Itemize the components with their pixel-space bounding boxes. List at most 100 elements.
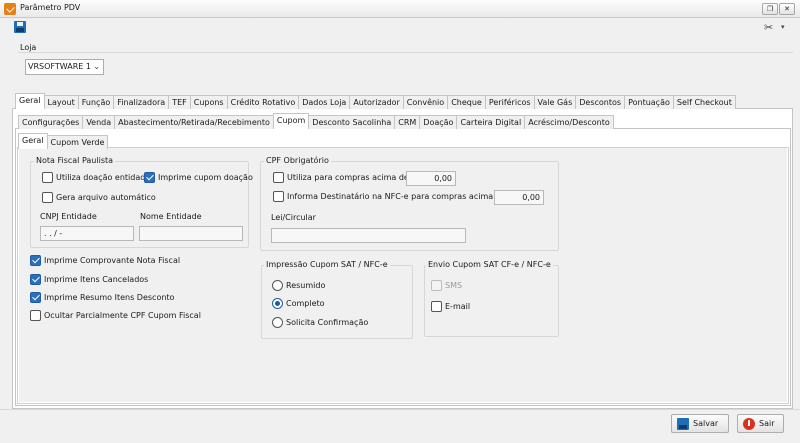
lei-circular-field[interactable]	[271, 228, 466, 243]
imprime-cupom-doacao-label: Imprime cupom doação	[158, 173, 253, 182]
utiliza-compras-value[interactable]: 0,00	[406, 171, 456, 186]
power-icon	[743, 417, 755, 430]
email-checkbox[interactable]	[431, 301, 442, 312]
imprime-resumo-option[interactable]: Imprime Resumo Itens Desconto	[30, 292, 174, 303]
tab-dados-loja[interactable]: Dados Loja	[298, 95, 351, 109]
save-button[interactable]: Salvar	[671, 414, 729, 433]
close-button[interactable]: ✕	[779, 3, 795, 15]
completo-radio[interactable]	[272, 298, 283, 309]
utiliza-compras-checkbox[interactable]	[273, 172, 284, 183]
tab-layout[interactable]: Layout	[43, 95, 79, 109]
tab-convenio[interactable]: Convênio	[402, 95, 449, 109]
loja-label: Loja	[20, 43, 37, 52]
informa-destinatario-checkbox[interactable]	[273, 191, 284, 202]
chevron-down-icon: ⌄	[93, 62, 100, 71]
imprime-resumo-label: Imprime Resumo Itens Desconto	[44, 293, 175, 302]
resumido-option[interactable]: Resumido	[272, 280, 325, 291]
ocultar-cpf-option[interactable]: Ocultar Parcialmente CPF Cupom Fiscal	[30, 310, 201, 321]
tab-acrescimo-desconto[interactable]: Acréscimo/Desconto	[524, 115, 614, 129]
envio-title: Envio Cupom SAT CF-e / NFC-e	[426, 260, 553, 269]
tab-geral[interactable]: Geral	[15, 93, 45, 109]
completo-label: Completo	[286, 299, 325, 308]
tools-icon[interactable]: ✂	[764, 21, 773, 34]
resumido-label: Resumido	[286, 281, 326, 290]
cpf-obrigatorio-title: CPF Obrigatório	[264, 156, 331, 165]
tab-self-checkout[interactable]: Self Checkout	[672, 95, 736, 109]
tab-vale-gas[interactable]: Vale Gás	[533, 95, 577, 109]
imprime-itens-cancelados-option[interactable]: Imprime Itens Cancelados	[30, 274, 148, 285]
tab-cheque[interactable]: Cheque	[447, 95, 486, 109]
tab-desconto-sacolinha[interactable]: Desconto Sacolinha	[308, 115, 396, 129]
gera-arquivo-checkbox[interactable]	[42, 192, 53, 203]
tab-tef[interactable]: TEF	[168, 95, 191, 109]
tab-venda[interactable]: Venda	[82, 115, 116, 129]
exit-button[interactable]: Sair	[737, 414, 784, 433]
gera-arquivo-option[interactable]: Gera arquivo automático	[42, 192, 156, 203]
imprime-resumo-checkbox[interactable]	[30, 292, 41, 303]
tab-cupom-verde[interactable]: Cupom Verde	[46, 135, 109, 149]
title-bar	[0, 0, 800, 18]
utiliza-doacao-label: Utiliza doação entidade	[56, 173, 151, 182]
email-label: E-mail	[445, 302, 471, 311]
exit-button-label: Sair	[759, 419, 775, 428]
app-icon	[4, 3, 16, 15]
tab-doacao[interactable]: Doação	[419, 115, 458, 129]
tab-abastecimento[interactable]: Abastecimento/Retirada/Recebimento	[114, 115, 274, 129]
sms-label: SMS	[445, 281, 463, 290]
imprime-comprovante-checkbox[interactable]	[30, 255, 41, 266]
imprime-comprovante-label: Imprime Comprovante Nota Fiscal	[44, 256, 181, 265]
utiliza-doacao-option[interactable]: Utiliza doação entidade	[42, 172, 150, 183]
gera-arquivo-label: Gera arquivo automático	[56, 193, 156, 202]
tab-bar-geral: Configurações Venda Abastecimento/Retira…	[18, 113, 614, 129]
resumido-radio[interactable]	[272, 280, 283, 291]
nota-fiscal-paulista-title: Nota Fiscal Paulista	[34, 156, 116, 165]
imprime-cupom-doacao-option[interactable]: Imprime cupom doação	[144, 172, 253, 183]
nome-entidade-field[interactable]	[139, 226, 243, 241]
tab-descontos[interactable]: Descontos	[575, 95, 626, 109]
floppy-disk-icon[interactable]	[14, 21, 26, 33]
window-title: Parâmetro PDV	[20, 3, 81, 12]
utiliza-compras-option[interactable]: Utiliza para compras acima de R$	[273, 172, 422, 183]
ocultar-cpf-checkbox[interactable]	[30, 310, 41, 321]
divider	[0, 409, 800, 410]
tab-cupons[interactable]: Cupons	[189, 95, 228, 109]
sms-option: SMS	[431, 280, 462, 291]
email-option[interactable]: E-mail	[431, 301, 470, 312]
utiliza-compras-label: Utiliza para compras acima de R$	[287, 173, 423, 182]
utiliza-doacao-checkbox[interactable]	[42, 172, 53, 183]
tab-autorizador[interactable]: Autorizador	[349, 95, 404, 109]
solicita-confirmacao-label: Solicita Confirmação	[286, 318, 369, 327]
solicita-confirmacao-option[interactable]: Solicita Confirmação	[272, 317, 368, 328]
loja-select[interactable]: VRSOFTWARE 1 ⌄	[25, 59, 104, 75]
informa-destinatario-option[interactable]: Informa Destinatário na NFC-e para compr…	[273, 191, 519, 202]
tab-bar-cupom: Geral Cupom Verde	[18, 133, 109, 149]
tab-configuracoes[interactable]: Configurações	[18, 115, 84, 129]
ocultar-cpf-label: Ocultar Parcialmente CPF Cupom Fiscal	[44, 311, 201, 320]
imprime-cupom-doacao-checkbox[interactable]	[144, 172, 155, 183]
informa-destinatario-label: Informa Destinatário na NFC-e para compr…	[287, 192, 519, 201]
informa-destinatario-value[interactable]: 0,00	[494, 190, 544, 205]
solicita-confirmacao-radio[interactable]	[272, 317, 283, 328]
imprime-itens-cancelados-label: Imprime Itens Cancelados	[44, 275, 149, 284]
tab-cupom[interactable]: Cupom	[272, 113, 310, 129]
cnpj-label: CNPJ Entidade	[40, 212, 97, 221]
restore-button[interactable]: ❐	[762, 3, 778, 15]
completo-option[interactable]: Completo	[272, 298, 325, 309]
tab-funcao[interactable]: Função	[77, 95, 115, 109]
tab-pontuacao[interactable]: Pontuação	[624, 95, 674, 109]
tab-finalizadora[interactable]: Finalizadora	[113, 95, 170, 109]
imprime-itens-cancelados-checkbox[interactable]	[30, 274, 41, 285]
imprime-comprovante-option[interactable]: Imprime Comprovante Nota Fiscal	[30, 255, 180, 266]
divider	[18, 52, 793, 53]
tab-credito-rotativo[interactable]: Crédito Rotativo	[226, 95, 300, 109]
cnpj-field[interactable]: . . / -	[40, 226, 134, 241]
tab-bar-main: Geral Layout Função Finalizadora TEF Cup…	[15, 93, 736, 109]
tab-perifericos[interactable]: Periféricos	[484, 95, 535, 109]
floppy-disk-icon	[677, 417, 689, 430]
tab-crm[interactable]: CRM	[394, 115, 421, 129]
chevron-down-icon[interactable]: ▾	[781, 23, 785, 31]
nome-entidade-label: Nome Entidade	[140, 212, 202, 221]
tab-carteira-digital[interactable]: Carteira Digital	[456, 115, 526, 129]
loja-select-value: VRSOFTWARE 1	[28, 62, 91, 71]
tab-cupom-geral[interactable]: Geral	[18, 133, 48, 149]
